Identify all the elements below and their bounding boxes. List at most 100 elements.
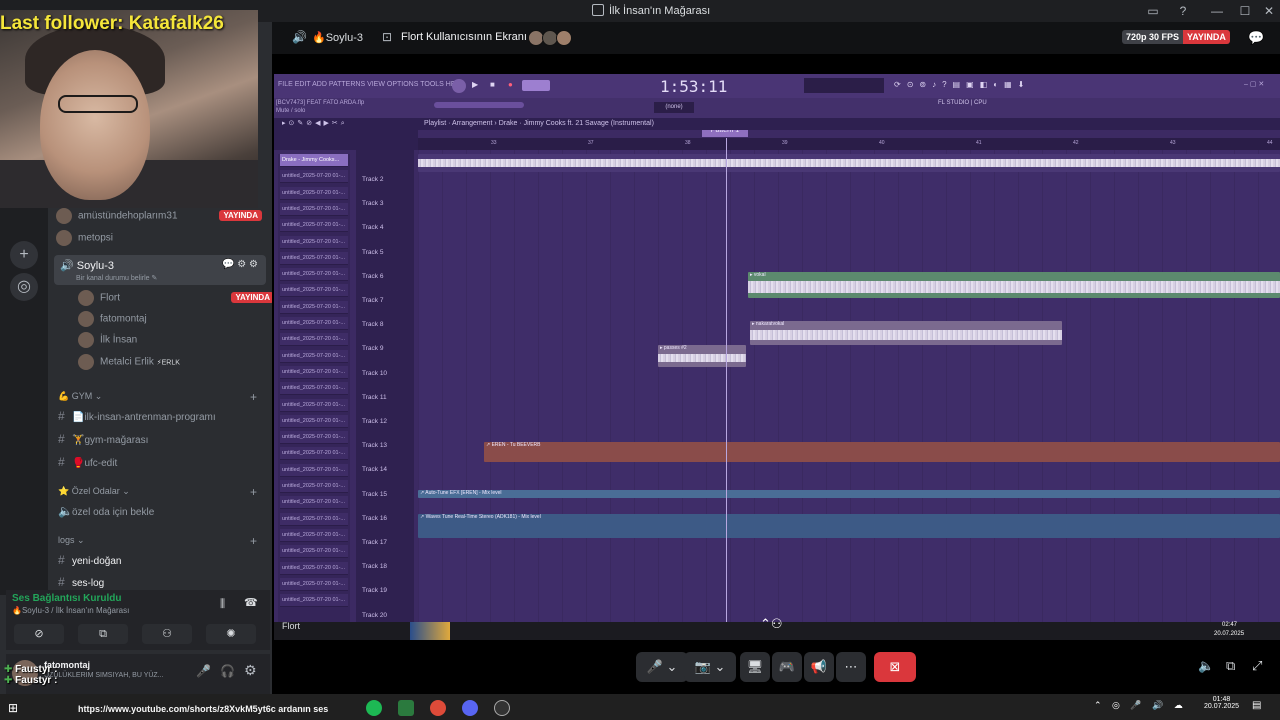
- browser-item[interactable]: untitled_2025-07-20 01-...: [280, 170, 348, 184]
- minimize-button[interactable]: —: [1210, 4, 1224, 18]
- browser-item[interactable]: untitled_2025-07-20 01-...: [280, 251, 348, 265]
- browser-item[interactable]: untitled_2025-07-20 01-...: [280, 496, 348, 510]
- track-label[interactable]: Track 14: [362, 466, 387, 473]
- chat-icon[interactable]: 💬: [1248, 30, 1264, 46]
- spotify-icon[interactable]: [366, 700, 382, 716]
- help-icon[interactable]: ?: [1176, 4, 1190, 18]
- explore-icon[interactable]: ◎: [10, 273, 38, 301]
- stop-icon[interactable]: ■: [490, 80, 495, 89]
- popout-icon[interactable]: ⧉: [1226, 658, 1235, 674]
- fl-menu[interactable]: FILE EDIT ADD PATTERNS VIEW OPTIONS TOOL…: [278, 81, 464, 88]
- add-channel-icon[interactable]: +: [250, 485, 257, 499]
- inbox-icon[interactable]: ▭: [1146, 4, 1160, 18]
- track-label[interactable]: Track 11: [362, 394, 387, 401]
- channel-item[interactable]: # yeni-doğan: [58, 553, 121, 573]
- track-label[interactable]: Track 20: [362, 612, 387, 619]
- browser-item[interactable]: untitled_2025-07-20 01-...: [280, 284, 348, 298]
- track-label[interactable]: Track 18: [362, 563, 387, 570]
- notification-icon[interactable]: ▤: [1252, 700, 1261, 711]
- browser-item[interactable]: untitled_2025-07-20 01-...: [280, 235, 348, 249]
- track-label[interactable]: Track 10: [362, 370, 387, 377]
- browser-item[interactable]: untitled_2025-07-20 01-...: [280, 317, 348, 330]
- snap-select[interactable]: (none): [654, 102, 694, 113]
- track-label[interactable]: Track 13: [362, 442, 387, 449]
- volume-icon[interactable]: 🔈: [1198, 658, 1214, 674]
- voice-member[interactable]: Flort YAYINDA: [78, 290, 288, 312]
- add-channel-icon[interactable]: +: [250, 534, 257, 548]
- calculator-icon[interactable]: [398, 700, 414, 716]
- start-icon[interactable]: ⊞: [8, 701, 18, 715]
- voice-member[interactable]: metopsi: [56, 230, 266, 252]
- audio-clip-vokal[interactable]: ▸ vokal: [748, 272, 1280, 298]
- playhead[interactable]: [726, 138, 727, 622]
- play-icon[interactable]: ▶: [472, 80, 478, 89]
- fullscreen-icon[interactable]: ⤢: [1252, 658, 1262, 674]
- disconnect-icon[interactable]: ☎: [244, 596, 258, 609]
- audio-clip-nakarat[interactable]: ▸ nakaratvokal: [750, 321, 1062, 345]
- add-server-icon[interactable]: +: [10, 241, 38, 269]
- browser-item[interactable]: untitled_2025-07-20 01-...: [280, 463, 348, 477]
- activity-button[interactable]: ⚇: [142, 624, 192, 644]
- browser-item[interactable]: untitled_2025-07-20 01-...: [280, 528, 348, 542]
- close-button[interactable]: ✕: [1262, 4, 1276, 18]
- more-button[interactable]: ⋯: [836, 652, 866, 682]
- browser-item[interactable]: untitled_2025-07-20 01-...: [280, 414, 348, 428]
- tempo-display[interactable]: [522, 80, 550, 91]
- track-label[interactable]: Track 9: [362, 345, 383, 352]
- browser-item[interactable]: untitled_2025-07-20 01-...: [280, 431, 348, 445]
- audio-clip-instrumental[interactable]: [418, 154, 1280, 172]
- track-label[interactable]: Track 6: [362, 273, 383, 280]
- camera-off-button[interactable]: ⊘: [14, 624, 64, 644]
- record-icon[interactable]: ●: [508, 80, 513, 89]
- category-gym[interactable]: 💪 GYM ⌄: [58, 391, 102, 402]
- track-label[interactable]: Track 16: [362, 515, 387, 522]
- browser-item[interactable]: untitled_2025-07-20 01-...: [280, 512, 348, 526]
- browser-item[interactable]: untitled_2025-07-20 01-...: [280, 186, 348, 200]
- soundboard-button[interactable]: ✺: [206, 624, 256, 644]
- gear-icon[interactable]: ⚙: [244, 662, 257, 679]
- browser-item[interactable]: untitled_2025-07-20 01-...: [280, 545, 348, 559]
- browser-item[interactable]: untitled_2025-07-20 01-...: [280, 365, 348, 379]
- automation-clip-autotune[interactable]: ↗ Auto-Tune EFX [EREN] - Mix level: [418, 490, 1280, 498]
- chrome-icon[interactable]: [430, 700, 446, 716]
- end-stream-button[interactable]: ⊠: [874, 652, 916, 682]
- browser-item[interactable]: untitled_2025-07-20 01-...: [280, 300, 348, 314]
- voice-channel-soylu-3[interactable]: 🔊 Soylu-3 Bir kanal durumu belirle ✎ 💬 ⚙…: [54, 255, 266, 285]
- browser-item[interactable]: untitled_2025-07-20 01-...: [280, 447, 348, 461]
- browser-item[interactable]: untitled_2025-07-20 01-...: [280, 382, 348, 396]
- playlist-tool-icons[interactable]: ▸⊙✎⊘◀▶✂⌕: [282, 119, 348, 128]
- obs-icon[interactable]: [494, 700, 510, 716]
- add-channel-icon[interactable]: +: [250, 390, 257, 404]
- browser-item[interactable]: untitled_2025-07-20 01-...: [280, 561, 348, 575]
- channel-settings-icons[interactable]: 💬 ⚙ ⚙: [222, 259, 258, 270]
- browser-item[interactable]: untitled_2025-07-20 01-...: [280, 398, 348, 412]
- track-label[interactable]: Track 7: [362, 297, 383, 304]
- master-volume-slider[interactable]: [434, 102, 524, 108]
- category-logs[interactable]: logs ⌄: [58, 535, 85, 546]
- automation-clip-reverb[interactable]: ↗ EREN - Tu BEEVERB: [484, 442, 1280, 462]
- track-label[interactable]: Track 3: [362, 200, 383, 207]
- channel-item[interactable]: # 📄ilk-insan-antrenman-programı: [58, 409, 216, 429]
- viewer-avatars[interactable]: [528, 30, 574, 46]
- stream-expand-icon[interactable]: ⌃⚇: [760, 616, 783, 632]
- mic-icon[interactable]: 🎤: [196, 664, 211, 678]
- browser-item[interactable]: untitled_2025-07-20 01-...: [280, 202, 348, 216]
- track-label[interactable]: Track 17: [362, 539, 387, 546]
- track-label[interactable]: Track 4: [362, 224, 383, 231]
- track-label[interactable]: Track 5: [362, 249, 383, 256]
- browser-item[interactable]: untitled_2025-07-20 01-...: [280, 480, 348, 493]
- track-label[interactable]: Track 2: [362, 176, 383, 183]
- timeline-ruler[interactable]: [418, 138, 1280, 150]
- voice-member[interactable]: İlk İnsan: [78, 332, 288, 354]
- system-clock[interactable]: 01:48 20.07.2025: [1204, 696, 1239, 710]
- track-label[interactable]: Track 8: [362, 321, 383, 328]
- browser-item[interactable]: Drake - Jimmy Cooks...: [280, 154, 348, 167]
- system-tray-icons[interactable]: ⌃ ◎ 🎤 🔊 ☁: [1094, 700, 1187, 711]
- browser-item[interactable]: untitled_2025-07-20 01-...: [280, 268, 348, 282]
- track-label[interactable]: Track 15: [362, 491, 387, 498]
- automation-clip-waves[interactable]: ↗ Waves Tune Real-Time Stereo (ADK181) -…: [418, 514, 1280, 538]
- category-private[interactable]: ⭐ Özel Odalar ⌄: [58, 486, 130, 497]
- channel-item[interactable]: 🔈özel oda için bekle: [58, 504, 154, 524]
- browser-item[interactable]: untitled_2025-07-20 01-...: [280, 349, 348, 363]
- discord-icon[interactable]: [462, 700, 478, 716]
